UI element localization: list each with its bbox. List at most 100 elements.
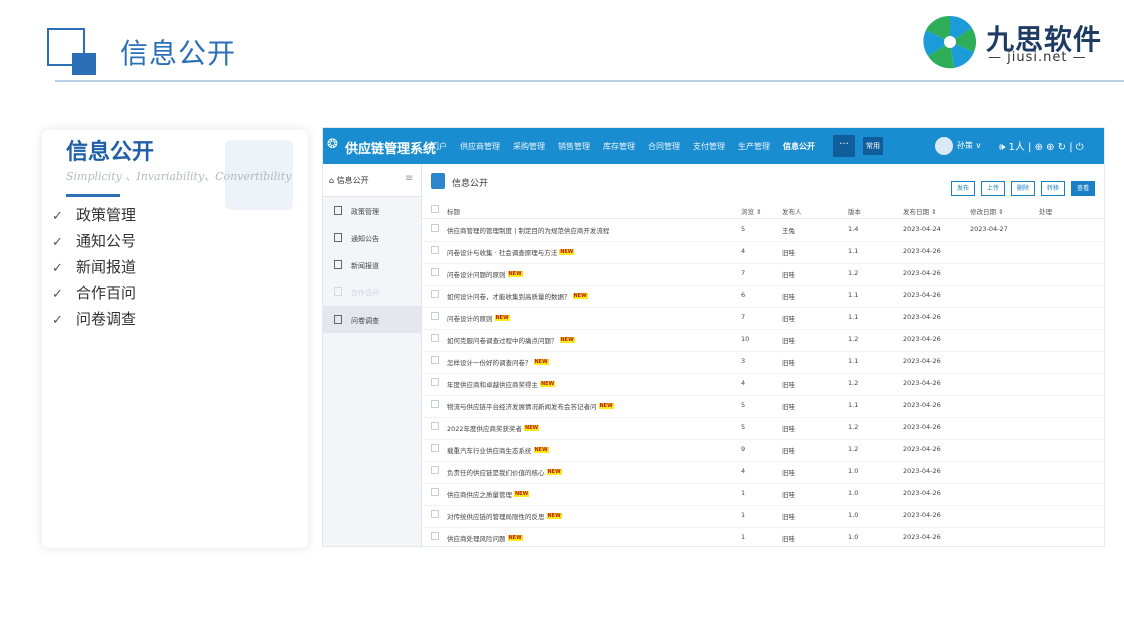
row-checkbox[interactable]: [431, 378, 439, 386]
sidebar-item-selected[interactable]: 问卷调查: [323, 306, 421, 333]
row-title[interactable]: 2022年度供应商奖获奖者 NEW: [447, 423, 540, 433]
delete-button[interactable]: 删除: [1011, 181, 1036, 196]
table-row[interactable]: 对传统供应链的管理局限性的反思 NEW 1 旧哇 1.0 2023-04-26: [421, 505, 1104, 528]
row-checkbox[interactable]: [431, 334, 439, 342]
sidebar-item[interactable]: 政策管理: [323, 197, 421, 224]
nav-item[interactable]: 采购管理: [513, 141, 545, 152]
row-views: 1: [741, 533, 746, 541]
row-views: 5: [741, 225, 746, 233]
row-checkbox[interactable]: [431, 224, 439, 232]
row-title[interactable]: 怎样设计一份好的调查问卷？ NEW: [447, 357, 549, 367]
nav-item[interactable]: 合同管理: [648, 141, 680, 152]
row-checkbox[interactable]: [431, 400, 439, 408]
nav-item-active[interactable]: 信息公开: [783, 141, 815, 152]
table-row[interactable]: 供应商供应之质量管理 NEW 1 旧哇 1.0 2023-04-26: [421, 483, 1104, 506]
slide-title: 信息公开: [120, 37, 237, 70]
card-underline: [66, 194, 120, 197]
row-checkbox[interactable]: [431, 290, 439, 298]
table-row[interactable]: 供应商管理的管理制度 | 制定目的为规范供应商开发流程 5 王兔 1.4 2023-04…: [421, 219, 1104, 242]
main-nav: 门户 供应商管理 采购管理 销售管理 库存管理 合同管理 支付管理 生产管理 信…: [431, 128, 828, 164]
row-views: 7: [741, 313, 746, 321]
col-mod-date[interactable]: 修改日期 ⇕: [970, 206, 1004, 216]
row-mod-date: 2023-04-27: [970, 225, 1008, 233]
sidebar-item[interactable]: 新闻报道: [323, 251, 421, 278]
row-version: 1.2: [848, 335, 859, 343]
row-title[interactable]: 如何克服问卷调查过程中的痛点问题？ NEW: [447, 335, 575, 345]
col-pub-date[interactable]: 发布日期 ⇕: [903, 206, 937, 216]
table-row[interactable]: 2022年度供应商奖获奖者 NEW 5 旧哇 1.2 2023-04-26: [421, 417, 1104, 440]
avatar[interactable]: [935, 137, 953, 155]
row-checkbox[interactable]: [431, 488, 439, 496]
row-title[interactable]: 问卷设计的原则 NEW: [447, 313, 510, 323]
row-title[interactable]: 供应商供应之质量管理 NEW: [447, 489, 530, 499]
row-title[interactable]: 问卷设计问题的原则 NEW: [447, 269, 523, 279]
table-row[interactable]: 问卷设计的原则 NEW 7 旧哇 1.1 2023-04-26: [421, 307, 1104, 330]
row-title[interactable]: 供应商管理的管理制度 | 制定目的为规范供应商开发流程: [447, 225, 609, 235]
sidebar-item[interactable]: 合作百问: [323, 278, 421, 305]
row-title[interactable]: 载重汽车行业供应商生态系统 NEW: [447, 445, 549, 455]
table-row[interactable]: 负责任的供应链是我们价值的核心 NEW 4 旧哇 1.0 2023-04-26: [421, 461, 1104, 484]
new-badge: NEW: [494, 315, 510, 321]
table-row[interactable]: 问卷设计与收集 · 社会调查原理与方法 NEW 4 旧哇 1.1 2023-04-26: [421, 241, 1104, 264]
nav-item[interactable]: 门户: [431, 141, 447, 152]
row-version: 1.4: [848, 225, 859, 233]
row-checkbox[interactable]: [431, 356, 439, 364]
table-row[interactable]: 如何克服问卷调查过程中的痛点问题？ NEW 10 旧哇 1.2 2023-04-26: [421, 329, 1104, 352]
table-row[interactable]: 如何设计问卷，才能收集到高质量的数据？ NEW 6 旧哇 1.1 2023-04-26: [421, 285, 1104, 308]
menu-icon[interactable]: ≡: [405, 173, 413, 184]
row-publisher: 旧哇: [782, 469, 795, 477]
common-button[interactable]: 常用: [863, 137, 883, 155]
app-logo-icon: ❂: [327, 137, 338, 152]
row-title[interactable]: 对传统供应链的管理局限性的反思 NEW: [447, 511, 562, 521]
new-badge: NEW: [559, 337, 575, 343]
user-name[interactable]: 孙策 ∨: [957, 140, 981, 151]
select-all-checkbox[interactable]: [431, 205, 439, 213]
row-publisher: 旧哇: [782, 535, 795, 543]
nav-item[interactable]: 生产管理: [738, 141, 770, 152]
row-views: 4: [741, 379, 746, 387]
row-pub-date: 2023-04-26: [903, 423, 941, 431]
row-title[interactable]: 供应商处理风险问题 NEW: [447, 533, 523, 543]
nav-item[interactable]: 库存管理: [603, 141, 635, 152]
row-checkbox[interactable]: [431, 268, 439, 276]
more-button[interactable]: ···: [833, 135, 855, 157]
new-badge: NEW: [533, 359, 549, 365]
table-row[interactable]: 供应商处理风险问题 NEW 1 旧哇 1.0 2023-04-26: [421, 527, 1104, 546]
row-checkbox[interactable]: [431, 312, 439, 320]
table-row[interactable]: 怎样设计一份好的调查问卷？ NEW 3 旧哇 1.1 2023-04-26: [421, 351, 1104, 374]
row-version: 1.1: [848, 401, 859, 409]
row-version: 1.0: [848, 511, 859, 519]
row-title[interactable]: 如何设计问卷，才能收集到高质量的数据？ NEW: [447, 291, 588, 301]
row-checkbox[interactable]: [431, 246, 439, 254]
row-title[interactable]: 负责任的供应链是我们价值的核心 NEW: [447, 467, 562, 477]
card-subtitle: Simplicity 、Invariability、Convertibility: [66, 170, 292, 183]
publish-button[interactable]: 发布: [951, 181, 976, 196]
toolbar-icons[interactable]: 🕪 1人 | ⊕ ⊕ ↻ | ⏻: [999, 138, 1084, 153]
upload-button[interactable]: 上传: [981, 181, 1006, 196]
nav-item[interactable]: 供应商管理: [460, 141, 500, 152]
row-title[interactable]: 问卷设计与收集 · 社会调查原理与方法 NEW: [447, 247, 575, 257]
row-title[interactable]: 物流与供应链平台经济发展情况新闻发布会答记者问 NEW: [447, 401, 614, 411]
table-row[interactable]: 载重汽车行业供应商生态系统 NEW 9 旧哇 1.2 2023-04-26: [421, 439, 1104, 462]
sidebar-item[interactable]: 通知公告: [323, 224, 421, 251]
row-publisher: 旧哇: [782, 425, 795, 433]
col-views[interactable]: 浏览 ⇕: [741, 206, 762, 216]
card-title: 信息公开: [66, 140, 155, 165]
table-row[interactable]: 年度供应商和卓越供应商奖得主 NEW 4 旧哇 1.2 2023-04-26: [421, 373, 1104, 396]
move-button[interactable]: 转移: [1041, 181, 1066, 196]
row-checkbox[interactable]: [431, 510, 439, 518]
new-badge: NEW: [572, 293, 588, 299]
nav-item[interactable]: 销售管理: [558, 141, 590, 152]
table-row[interactable]: 问卷设计问题的原则 NEW 7 旧哇 1.2 2023-04-26: [421, 263, 1104, 286]
row-checkbox[interactable]: [431, 466, 439, 474]
row-checkbox[interactable]: [431, 532, 439, 540]
row-checkbox[interactable]: [431, 444, 439, 452]
check-icon: ✓: [52, 313, 63, 328]
nav-item[interactable]: 支付管理: [693, 141, 725, 152]
col-title[interactable]: 标题: [447, 206, 460, 216]
table-row[interactable]: 物流与供应链平台经济发展情况新闻发布会答记者问 NEW 5 旧哇 1.1 2023-04-…: [421, 395, 1104, 418]
view-button[interactable]: 查看: [1071, 181, 1096, 196]
row-title[interactable]: 年度供应商和卓越供应商奖得主 NEW: [447, 379, 556, 389]
row-checkbox[interactable]: [431, 422, 439, 430]
row-views: 10: [741, 335, 750, 343]
